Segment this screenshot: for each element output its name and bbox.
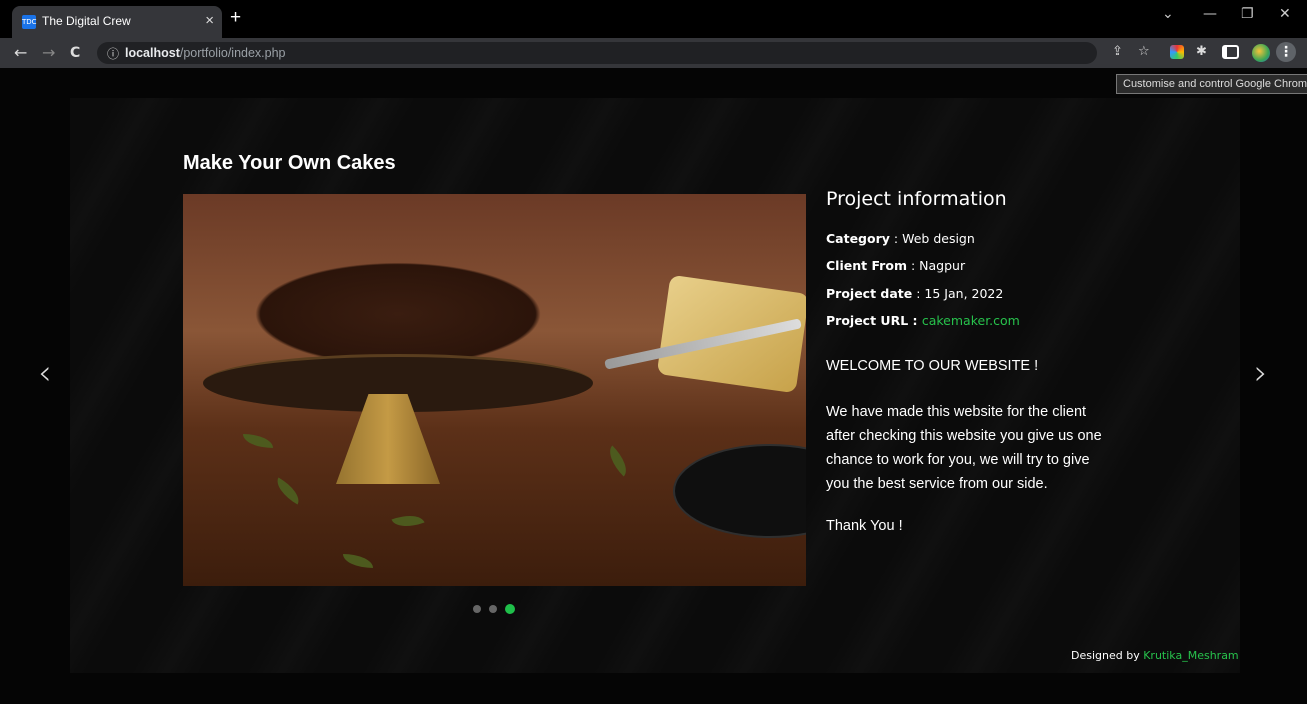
puzzle-icon[interactable]: ✱: [1196, 44, 1207, 59]
url-row: Project URL : cakemaker.com: [826, 313, 1020, 328]
chrome-menu-icon[interactable]: ⋮: [1276, 42, 1296, 62]
leaf-shape: [602, 445, 634, 477]
page-viewport: ^ ‹ › Make Your Own Cakes Project inform…: [0, 68, 1307, 704]
separator: :: [906, 258, 920, 273]
carousel-dot-active[interactable]: [505, 604, 515, 614]
category-value: Web design: [902, 231, 975, 246]
credit-name-link[interactable]: Krutika_Meshram: [1143, 649, 1238, 662]
project-info-heading: Project information: [826, 188, 1007, 210]
url-path: /portfolio/index.php: [179, 46, 286, 60]
site-info-icon[interactable]: ⓘ: [107, 45, 119, 62]
sidepanel-icon[interactable]: [1222, 45, 1239, 59]
separator: :: [889, 231, 903, 246]
description-line: after checking this website you give us …: [826, 428, 1102, 444]
forward-button[interactable]: →: [42, 43, 55, 62]
client-value: Nagpur: [919, 258, 966, 273]
separator: :: [912, 286, 925, 301]
star-icon[interactable]: ☆: [1138, 44, 1150, 59]
thank-you-text: Thank You !: [826, 518, 903, 534]
toolbar: ← → C ⓘ localhost/portfolio/index.php ⇪ …: [0, 38, 1307, 68]
date-label: Project date: [826, 286, 913, 301]
date-value: 15 Jan, 2022: [924, 286, 1004, 301]
tooltip: Customise and control Google Chrome: [1116, 74, 1307, 94]
restore-button[interactable]: ❐: [1241, 6, 1254, 22]
client-row: Client From : Nagpur: [826, 258, 965, 273]
project-title: Make Your Own Cakes: [183, 152, 396, 174]
designer-credit: Designed by Krutika_Meshram: [1071, 649, 1239, 662]
minimize-button[interactable]: —: [1203, 6, 1217, 22]
category-label: Category: [826, 231, 890, 246]
close-window-button[interactable]: ✕: [1279, 6, 1291, 22]
next-arrow-icon[interactable]: ›: [1254, 353, 1268, 393]
description-line: We have made this website for the client: [826, 404, 1087, 420]
cake-photo: [183, 194, 806, 586]
description-line: chance to work for you, we will try to g…: [826, 452, 1090, 468]
category-row: Category : Web design: [826, 231, 975, 246]
project-url-link[interactable]: cakemaker.com: [922, 313, 1020, 328]
leaf-shape: [271, 477, 305, 505]
new-tab-button[interactable]: +: [230, 8, 241, 28]
share-icon[interactable]: ⇪: [1112, 44, 1123, 59]
separator: :: [908, 313, 922, 328]
url-text[interactable]: localhost/portfolio/index.php: [125, 46, 286, 60]
reload-button[interactable]: C: [70, 45, 80, 61]
carousel-dot[interactable]: [473, 605, 481, 613]
browser-tab[interactable]: TDC The Digital Crew ×: [12, 6, 222, 38]
welcome-text: WELCOME TO OUR WEBSITE !: [826, 358, 1039, 374]
credit-prefix: Designed by: [1071, 649, 1140, 662]
url-host: localhost: [125, 46, 180, 60]
extension-color-icon[interactable]: [1170, 45, 1184, 59]
leaf-shape: [343, 554, 373, 568]
profile-avatar[interactable]: [1252, 44, 1270, 62]
tab-title: The Digital Crew: [42, 14, 131, 28]
url-label: Project URL: [826, 313, 909, 328]
dark-dish-shape: [673, 444, 806, 538]
leaf-shape: [243, 434, 273, 448]
tab-search-dropdown-icon[interactable]: ⌄: [1162, 6, 1174, 22]
tab-strip: TDC The Digital Crew × + ⌄ — ❐ ✕: [0, 0, 1307, 38]
description-line: you the best service from our side.: [826, 476, 1048, 492]
carousel-indicators: [473, 600, 523, 618]
carousel-dot[interactable]: [489, 605, 497, 613]
leaf-shape: [391, 509, 425, 533]
site-favicon-icon: TDC: [22, 15, 37, 29]
back-button[interactable]: ←: [14, 43, 27, 62]
tab-close-icon[interactable]: ×: [205, 12, 214, 29]
address-bar[interactable]: ⓘ localhost/portfolio/index.php: [97, 42, 1097, 64]
previous-arrow-icon[interactable]: ‹: [38, 353, 52, 393]
client-label: Client From: [826, 258, 907, 273]
date-row: Project date : 15 Jan, 2022: [826, 286, 1003, 301]
